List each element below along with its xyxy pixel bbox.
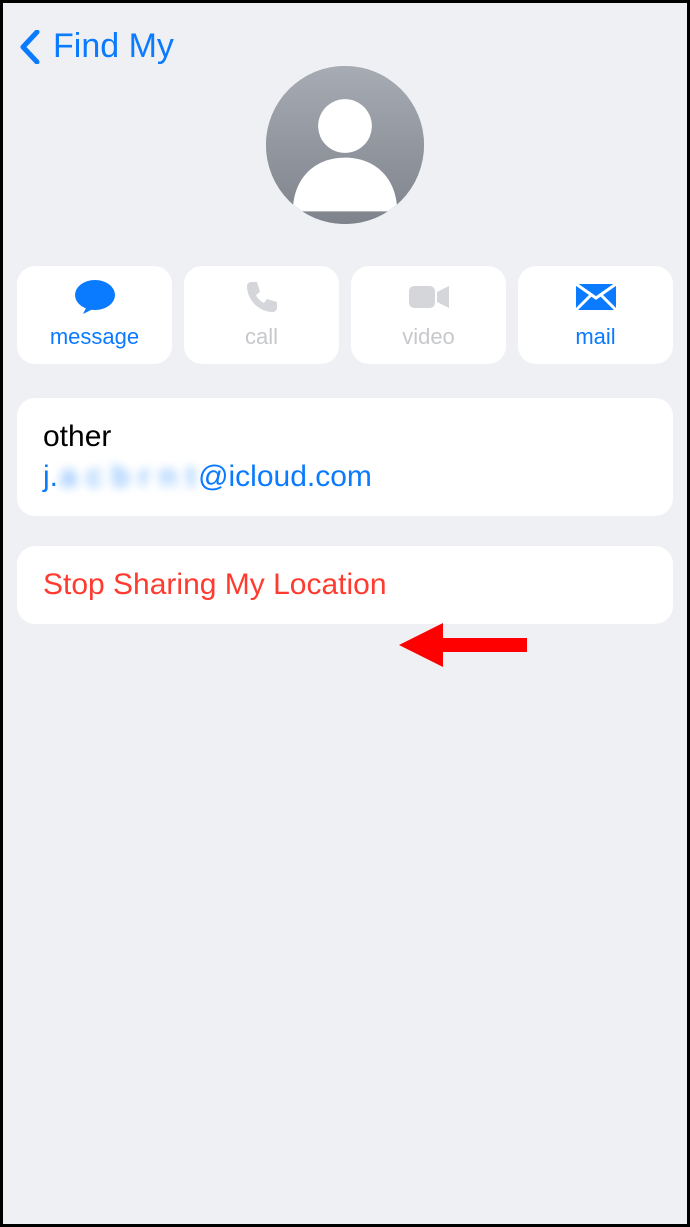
- call-button[interactable]: call: [184, 266, 339, 364]
- mail-icon: [574, 280, 618, 314]
- video-label: video: [402, 324, 455, 350]
- message-icon: [73, 280, 117, 314]
- mail-button[interactable]: mail: [518, 266, 673, 364]
- stop-sharing-card[interactable]: Stop Sharing My Location: [17, 546, 673, 624]
- mail-label: mail: [575, 324, 615, 350]
- back-label: Find My: [53, 27, 174, 66]
- contact-field-label: other: [43, 420, 647, 454]
- email-obscured: a c b r n t: [60, 460, 196, 494]
- annotation-arrow-icon: [399, 617, 529, 673]
- avatar-container: [3, 66, 687, 224]
- chevron-left-icon: [19, 30, 43, 64]
- email-suffix: @icloud.com: [198, 460, 372, 494]
- action-row: message call video mail: [3, 266, 687, 364]
- video-button[interactable]: video: [351, 266, 506, 364]
- contact-card[interactable]: other j.a c b r n t@icloud.com: [17, 398, 673, 516]
- contact-email[interactable]: j.a c b r n t@icloud.com: [43, 460, 372, 494]
- back-button[interactable]: Find My: [19, 27, 174, 66]
- email-prefix: j.: [43, 460, 58, 494]
- call-label: call: [245, 324, 278, 350]
- message-button[interactable]: message: [17, 266, 172, 364]
- stop-sharing-button[interactable]: Stop Sharing My Location: [43, 568, 647, 602]
- person-icon: [266, 66, 424, 224]
- video-icon: [407, 280, 451, 314]
- avatar: [266, 66, 424, 224]
- phone-icon: [240, 280, 284, 314]
- message-label: message: [50, 324, 139, 350]
